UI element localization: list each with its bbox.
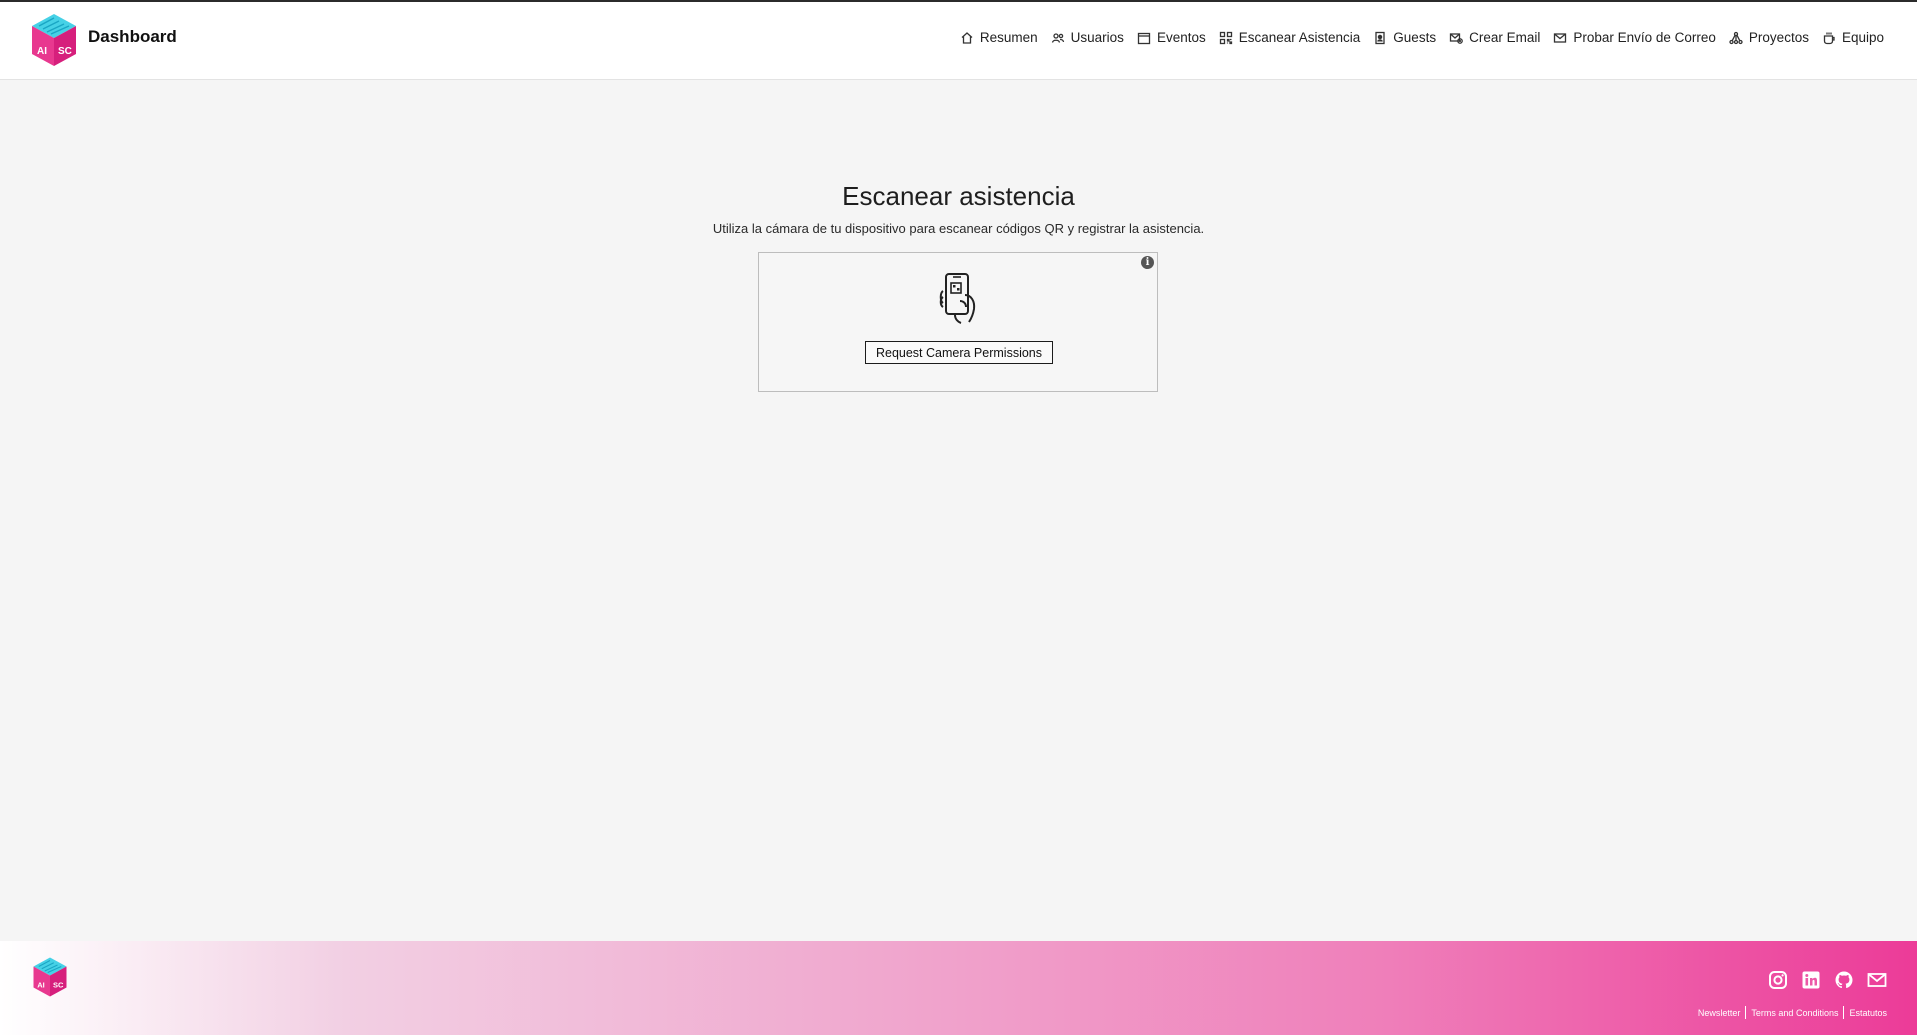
mail-icon (1867, 973, 1887, 987)
nav-label: Equipo (1841, 30, 1884, 45)
footer-logo-icon: AI SC (33, 957, 67, 997)
nav-label: Guests (1393, 30, 1437, 45)
nav-item-escanear-asistencia[interactable]: Escanear Asistencia (1219, 30, 1361, 45)
footer: AI SC Newsletter Terms and Conditions Es… (0, 941, 1917, 1035)
svg-text:AI: AI (37, 46, 47, 57)
nav-item-equipo[interactable]: Equipo (1822, 30, 1884, 45)
nav-label: Usuarios (1070, 30, 1124, 45)
nav-item-eventos[interactable]: Eventos (1137, 30, 1206, 45)
calendar-icon (1137, 32, 1151, 44)
footer-link-newsletter[interactable]: Newsletter (1698, 1008, 1741, 1018)
network-icon (1729, 31, 1743, 44)
nav-item-resumen[interactable]: Resumen (960, 30, 1038, 45)
linkedin-link[interactable] (1800, 969, 1822, 991)
nav-item-crear-email[interactable]: Crear Email (1449, 30, 1540, 45)
page-description: Utiliza la cámara de tu dispositivo para… (712, 221, 1205, 236)
main-nav: Resumen Usuarios Eventos Escanear Asiste… (947, 30, 1884, 45)
svg-text:SC: SC (53, 981, 64, 990)
nav-label: Crear Email (1469, 30, 1541, 45)
social-links (1756, 969, 1888, 991)
mail-icon (1554, 32, 1567, 43)
home-icon (961, 31, 973, 44)
nav-label: Probar Envío de Correo (1573, 30, 1716, 45)
users-icon (1051, 32, 1064, 43)
github-link[interactable] (1833, 969, 1855, 991)
footer-link-terms[interactable]: Terms and Conditions (1751, 1008, 1838, 1018)
logo-icon: AI SC (32, 14, 76, 66)
page-title: Escanear asistencia (842, 181, 1075, 211)
brand[interactable]: AI SC Dashboard (29, 12, 177, 68)
id-badge-icon (1375, 31, 1385, 44)
svg-text:SC: SC (58, 46, 72, 57)
nav-item-probar-envio[interactable]: Probar Envío de Correo (1553, 30, 1716, 45)
svg-text:AI: AI (37, 981, 45, 990)
footer-links: Newsletter Terms and Conditions Estatuto… (1698, 1006, 1887, 1019)
email-add-icon (1449, 32, 1463, 44)
nav-label: Eventos (1156, 30, 1206, 45)
info-icon[interactable]: i (1141, 256, 1154, 269)
footer-link-estatutos[interactable]: Estatutos (1849, 1008, 1887, 1018)
main-content: Escanear asistencia Utiliza la cámara de… (0, 80, 1917, 941)
phone-qr-scan-icon (939, 273, 976, 324)
top-navbar: AI SC Dashboard Resumen Usuarios Eventos… (0, 2, 1917, 80)
email-link[interactable] (1866, 969, 1888, 991)
link-divider (1843, 1006, 1845, 1019)
github-icon (1835, 971, 1853, 989)
nav-label: Escanear Asistencia (1238, 30, 1361, 45)
instagram-link[interactable] (1767, 969, 1789, 991)
request-camera-permissions-button[interactable]: Request Camera Permissions (865, 341, 1053, 364)
dashboard-title: Dashboard (88, 27, 177, 46)
instagram-icon (1769, 971, 1787, 989)
link-divider (1745, 1006, 1747, 1019)
cup-icon (1823, 32, 1835, 44)
nav-label: Proyectos (1748, 30, 1809, 45)
qr-scanner-region: i Request Camera Permissions (758, 252, 1158, 392)
nav-label: Resumen (979, 30, 1038, 45)
qr-code-icon (1219, 31, 1232, 44)
nav-item-guests[interactable]: Guests (1373, 30, 1436, 45)
nav-item-proyectos[interactable]: Proyectos (1729, 30, 1809, 45)
nav-item-usuarios[interactable]: Usuarios (1051, 30, 1124, 45)
linkedin-icon (1802, 971, 1820, 989)
